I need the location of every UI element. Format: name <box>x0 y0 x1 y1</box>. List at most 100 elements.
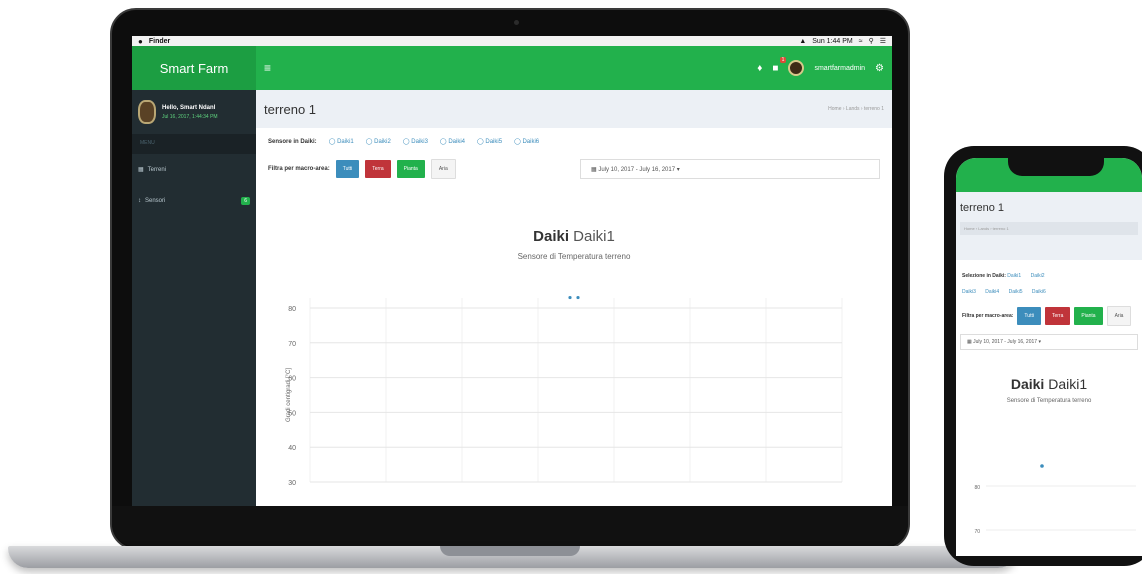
sensor-selector: Sensore in Daiki: ◯ Daiki1 ◯ Daiki2 ◯ Da… <box>256 128 892 146</box>
y-axis-label: Gradi centigradi [°C] <box>286 368 292 422</box>
user-panel: Hello, Smart Ndanl Jul 16, 2017, 1:44:34… <box>132 90 256 134</box>
chart-title-rest: Daiki1 <box>573 228 615 245</box>
grid-icon: ▦ <box>138 167 144 173</box>
phone-panel: Selezione in Daiki: Daiki1 Daiki2 Daiki3… <box>956 260 1142 556</box>
chart-title: Daiki Daiki1 <box>256 228 892 245</box>
brand-logo[interactable]: Smart Farm <box>132 46 256 90</box>
sidebar-item-sensori[interactable]: ↕ Sensori 6 <box>132 185 256 217</box>
mac-menubar: ● Finder ▲ Sun 1:44 PM ≈ ⚲ ☰ <box>132 36 892 46</box>
phone-chart-title-rest: Daiki1 <box>1048 376 1088 392</box>
content-header: terreno 1 Home › Lands › terreno 1 <box>256 90 892 128</box>
sensor-link[interactable]: ◯ Daiki3 <box>403 138 428 145</box>
menubar-clock[interactable]: Sun 1:44 PM <box>812 38 852 45</box>
phone-filter-label: Filtra per macro-area: <box>962 313 1014 319</box>
y-tick-label: 80 <box>974 485 980 491</box>
phone-filter-tutti-button[interactable]: Tutti <box>1017 307 1041 325</box>
sidebar-header: MENU <box>132 134 256 154</box>
phone-notch <box>1008 154 1104 176</box>
filter-label: Filtra per macro-area: <box>268 166 330 172</box>
avatar[interactable] <box>788 60 805 76</box>
phone-sensor-link[interactable]: Daiki2 <box>1031 273 1045 279</box>
phone-filter-aria-button[interactable]: Aria <box>1106 306 1132 326</box>
calendar-icon: ▦ <box>591 166 599 173</box>
sensor-link[interactable]: ◯ Daiki5 <box>477 138 502 145</box>
sidebar-badge: 6 <box>241 197 250 205</box>
sidebar: Hello, Smart Ndanl Jul 16, 2017, 1:44:34… <box>132 90 256 506</box>
phone-sensor-link[interactable]: Daiki3 <box>962 289 976 295</box>
breadcrumb[interactable]: Home › Lands › terreno 1 <box>828 106 884 112</box>
main-content: terreno 1 Home › Lands › terreno 1 Senso… <box>256 90 892 506</box>
phone-sensor-selector: Selezione in Daiki: Daiki1 Daiki2 Daiki3… <box>956 260 1142 300</box>
notification-count: 1 <box>779 56 787 63</box>
volume-icon[interactable]: ▲ <box>799 38 806 45</box>
data-point <box>576 295 580 300</box>
filter-aria-button[interactable]: Aria <box>430 159 456 179</box>
y-tick-label: 40 <box>288 445 296 452</box>
app-header: Smart Farm ≡ ♦ ■ 1 smartfarmadmin ⚙ <box>132 46 892 90</box>
sensor-selector-label: Sensore in Daiki: <box>268 138 317 145</box>
user-name: Hello, Smart Ndanl <box>162 104 216 111</box>
phone-breadcrumb[interactable]: Home › Lands › terreno 1 <box>960 222 1138 235</box>
sensor-link[interactable]: ◯ Daiki1 <box>329 138 354 145</box>
sensor-link[interactable]: ◯ Daiki4 <box>440 138 465 145</box>
sensor-icon: ↕ <box>138 198 141 204</box>
sensor-link[interactable]: ◯ Daiki2 <box>366 138 391 145</box>
filter-row: Filtra per macro-area: Tutti Terra Piant… <box>256 145 892 179</box>
filter-terra-button[interactable]: Terra <box>365 160 391 178</box>
y-tick-label: 70 <box>974 529 980 535</box>
user-avatar <box>138 100 156 124</box>
laptop-notch <box>440 546 580 556</box>
phone-daterange-value: July 10, 2017 - July 16, 2017 ▾ <box>973 339 1041 345</box>
phone-page-title: terreno 1 <box>960 202 1005 214</box>
phone-chart-subtitle: Sensore di Temperatura terreno <box>1006 398 1092 404</box>
wifi-icon[interactable]: ≈ <box>859 38 863 45</box>
daterange-picker[interactable]: ▦ July 10, 2017 - July 16, 2017 ▾ <box>580 159 880 179</box>
y-tick-label: 70 <box>288 341 296 348</box>
phone-sensor-link[interactable]: Daiki5 <box>1009 289 1023 295</box>
user-status: Jul 16, 2017, 1:44:34 PM <box>162 113 218 120</box>
phone-filter-pianta-button[interactable]: Pianta <box>1074 307 1103 325</box>
sidebar-item-label: Sensori <box>145 198 166 204</box>
phone-sensor-label: Selezione in Daiki: <box>962 273 1006 279</box>
phone-chart-title-bold: Daiki <box>1010 376 1045 392</box>
menubar-finder[interactable]: Finder <box>149 38 170 45</box>
laptop-chin <box>112 506 908 546</box>
data-point <box>1040 464 1044 468</box>
spotlight-icon[interactable]: ⚲ <box>869 37 874 45</box>
chart-panel: Sensore in Daiki: ◯ Daiki1 ◯ Daiki2 ◯ Da… <box>256 128 892 506</box>
phone-sensor-link[interactable]: Daiki1 <box>1007 273 1021 279</box>
sensor-link[interactable]: ◯ Daiki6 <box>514 138 539 145</box>
chart-subtitle: Sensore di Temperatura terreno <box>517 252 631 261</box>
phone-sensor-link[interactable]: Daiki4 <box>985 289 999 295</box>
notifications-icon[interactable]: ■ 1 <box>772 56 787 74</box>
laptop-screen: ● Finder ▲ Sun 1:44 PM ≈ ⚲ ☰ Smart Farm … <box>132 36 892 506</box>
gear-icon[interactable]: ⚙ <box>875 63 884 74</box>
phone-chart-title: Daiki Daiki1 <box>956 376 1142 392</box>
device-mockup: ● Finder ▲ Sun 1:44 PM ≈ ⚲ ☰ Smart Farm … <box>0 0 1142 574</box>
sidebar-item-label: Terreni <box>147 166 167 173</box>
bell-icon[interactable]: ♦ <box>757 63 762 74</box>
phone-daterange-picker[interactable]: ▦ July 10, 2017 - July 16, 2017 ▾ <box>960 334 1138 350</box>
filter-pianta-button[interactable]: Pianta <box>396 160 425 178</box>
page-title: terreno 1 <box>264 101 317 117</box>
chart-title-bold: Daiki <box>533 228 569 245</box>
y-tick-label: 30 <box>288 480 296 487</box>
daterange-value: July 10, 2017 - July 16, 2017 ▾ <box>598 166 680 173</box>
y-tick-label: 80 <box>288 306 296 313</box>
sidebar-item-terreni[interactable]: ▦ Terreni <box>132 154 256 185</box>
phone-sensor-link[interactable]: Daiki6 <box>1032 289 1046 295</box>
sidebar-toggle-icon[interactable]: ≡ <box>264 61 271 75</box>
filter-tutti-button[interactable]: Tutti <box>335 160 360 178</box>
phone-filter-terra-button[interactable]: Terra <box>1044 307 1071 325</box>
phone-temperature-chart: 80 70 <box>974 464 1136 535</box>
header-right: ♦ ■ 1 smartfarmadmin ⚙ <box>757 56 884 76</box>
menubar-status: ▲ Sun 1:44 PM ≈ ⚲ ☰ <box>799 37 886 46</box>
webcam-icon <box>514 20 519 25</box>
header-user-name[interactable]: smartfarmadmin <box>814 65 865 72</box>
menu-list-icon[interactable]: ☰ <box>880 37 886 45</box>
apple-icon[interactable]: ● <box>138 37 143 46</box>
phone-filter-row: Filtra per macro-area: Tutti Terra Piant… <box>956 300 1142 326</box>
phone-content: terreno 1 Home › Lands › terreno 1 Selez… <box>956 192 1142 556</box>
temperature-chart: 304050607080Gradi centigradi [°C] <box>286 295 843 487</box>
phone-screen: terreno 1 Home › Lands › terreno 1 Selez… <box>956 158 1142 556</box>
